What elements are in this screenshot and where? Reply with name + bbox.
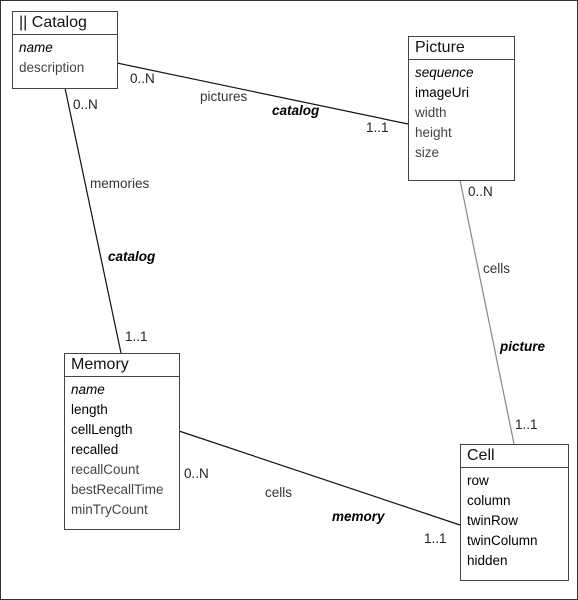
class-attribute: bestRecallTime (71, 482, 164, 497)
class-title: Memory (65, 354, 179, 377)
role-label: catalog (108, 249, 156, 264)
multiplicity-label: 0..N (184, 466, 209, 481)
line-catalog-memory (64, 87, 122, 354)
multiplicity-label: 0..N (73, 97, 98, 112)
class-title: Picture (409, 37, 514, 60)
multiplicity-label: 1..1 (515, 417, 538, 432)
class-attribute: length (71, 402, 108, 417)
line-memory-cell (178, 430, 461, 526)
class-attribute: recalled (71, 442, 119, 457)
class-attribute: hidden (467, 553, 508, 568)
class-attribute: height (415, 125, 452, 140)
class-catalog: || Catalog name description (12, 11, 118, 89)
class-attributes: row column twinRow twinColumn hidden (461, 468, 568, 574)
class-attribute: sequence (415, 65, 474, 80)
association-name: cells (265, 485, 293, 500)
class-cell: Cell row column twinRow twinColumn hidden (460, 444, 569, 581)
class-attribute: twinRow (467, 513, 519, 528)
multiplicity-label: 1..1 (424, 531, 447, 546)
class-attribute: cellLength (71, 422, 133, 437)
association-name: pictures (200, 89, 248, 104)
class-attributes: name description (13, 35, 117, 81)
multiplicity-label: 1..1 (366, 120, 389, 135)
line-catalog-picture (116, 62, 409, 125)
role-label: memory (332, 509, 385, 524)
class-memory: Memory name length cellLength recalled recal… (64, 353, 180, 530)
multiplicity-label: 0..N (468, 184, 493, 199)
class-attribute: width (415, 105, 447, 120)
class-attribute: name (71, 382, 105, 397)
class-attribute: minTryCount (71, 502, 148, 517)
role-label: picture (500, 339, 546, 354)
class-attribute: twinColumn (467, 533, 538, 548)
class-attribute: name (19, 40, 53, 55)
class-attribute: row (467, 473, 489, 488)
class-attribute: imageUri (415, 85, 470, 100)
class-title: Cell (461, 445, 568, 468)
class-attributes: sequence imageUri width height size (409, 60, 514, 166)
association-name: memories (90, 176, 150, 191)
class-picture: Picture sequence imageUri width height size (408, 36, 515, 181)
class-attributes: name length cellLength recalled recallCount b… (65, 377, 179, 523)
class-attribute: description (19, 60, 85, 75)
role-label: catalog (272, 103, 320, 118)
class-attribute: column (467, 493, 511, 508)
multiplicity-label: 1..1 (125, 329, 148, 344)
line-picture-cell (459, 179, 515, 445)
multiplicity-label: 0..N (130, 71, 155, 86)
class-attribute: size (415, 145, 440, 160)
class-title: || Catalog (13, 12, 117, 35)
class-attribute: recallCount (71, 462, 140, 477)
association-name: cells (483, 261, 511, 276)
